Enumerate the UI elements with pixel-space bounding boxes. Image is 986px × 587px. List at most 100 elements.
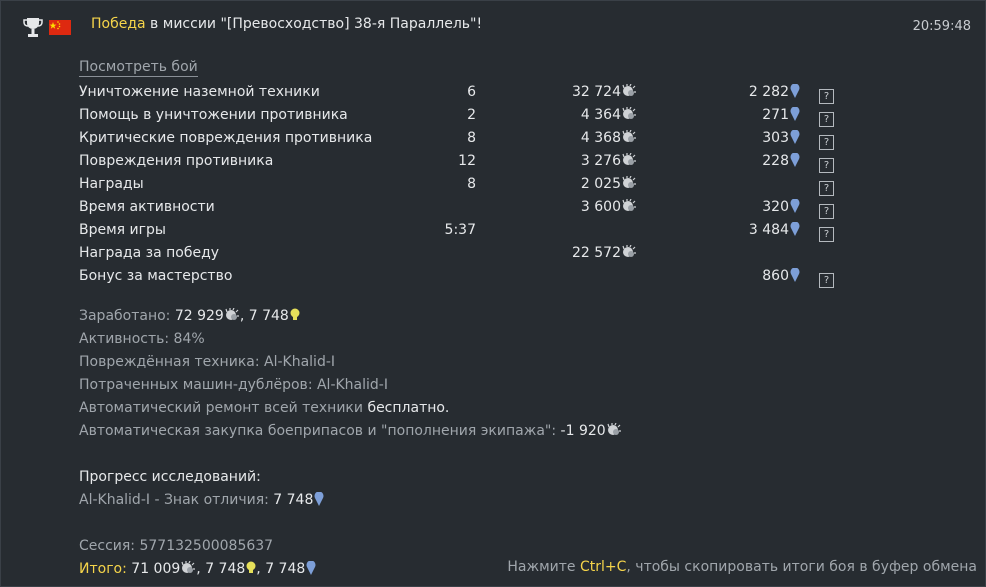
research-point-icon [790, 106, 800, 125]
activity-label: Активность: [79, 331, 174, 347]
research-point-icon [790, 129, 800, 148]
help-box[interactable]: ? [819, 271, 834, 288]
stat-silver: 32 724 [572, 83, 637, 102]
help-icon[interactable]: ? [819, 112, 834, 127]
stat-rp-value: 3 484 [748, 222, 789, 238]
stat-count: 12 [458, 153, 476, 169]
mission-title: Победа в миссии "[Превосходство] 38-я Па… [91, 16, 482, 32]
stat-name: Награда за победу [79, 245, 220, 261]
stat-count: 5:37 [444, 222, 476, 238]
stat-silver-value: 3 276 [580, 153, 621, 169]
stat-name: Уничтожение наземной техники [79, 84, 320, 100]
help-icon[interactable]: ? [819, 204, 834, 219]
research-point-icon [314, 491, 324, 514]
stat-name: Награды [79, 176, 144, 192]
stat-silver-value: 22 572 [572, 245, 621, 261]
total-sep-2: , [256, 561, 266, 577]
stat-rp: 2 282 [748, 83, 800, 102]
silver-lion-icon [622, 129, 637, 148]
research-item: Al-Khalid-I - Знак отличия: 7 748 [79, 489, 324, 512]
stat-silver: 4 368 [580, 129, 637, 148]
session-value: 577132500085637 [139, 538, 274, 554]
help-box[interactable]: ? [819, 179, 834, 196]
earned-silver: 72 929 [174, 308, 224, 324]
stat-count: 8 [467, 176, 476, 192]
research-point-icon [790, 221, 800, 240]
silver-lion-icon [622, 175, 637, 194]
research-title: Прогресс исследований: [79, 469, 261, 485]
message-time: 20:59:48 [912, 19, 971, 34]
stat-rp: 860 [762, 267, 800, 286]
research-point-icon [790, 152, 800, 171]
stat-rp-value: 303 [762, 130, 789, 146]
stats-table: Уничтожение наземной техники 6 32 724 2 282… [1, 82, 986, 289]
backup-line: Потраченных машин-дублёров: Al-Khalid-I [79, 374, 622, 397]
battle-results-panel: Победа в миссии "[Превосходство] 38-я Па… [0, 0, 986, 587]
earned-sep: , [239, 308, 249, 324]
stat-silver: 4 364 [580, 106, 637, 125]
silver-lion-icon [622, 83, 637, 102]
stats-row: Уничтожение наземной техники 6 32 724 2 282… [1, 82, 986, 105]
trophy-icon [23, 17, 43, 39]
silver-lion-icon [622, 106, 637, 125]
help-icon[interactable]: ? [819, 273, 834, 288]
lightbulb-icon [246, 560, 256, 583]
stat-name: Критические повреждения противника [79, 130, 373, 146]
hint-after: , чтобы скопировать итоги боя в буфер об… [626, 559, 977, 575]
stat-rp-value: 2 282 [748, 84, 789, 100]
ammo-line: Автоматическая закупка боеприпасов и "по… [79, 420, 622, 443]
repair-label: Автоматический ремонт всей техники [79, 400, 368, 416]
damaged-value: Al-Khalid-I [264, 354, 336, 370]
activity-value: 84% [173, 331, 205, 347]
stat-rp: 271 [762, 106, 800, 125]
stat-rp-value: 320 [762, 199, 789, 215]
backup-label: Потраченных машин-дублёров: [79, 377, 317, 393]
victory-label: Победа [91, 16, 146, 32]
stats-row: Награда за победу 22 572 [1, 243, 986, 266]
stat-silver: 2 025 [580, 175, 637, 194]
total-bulb: 7 748 [205, 561, 246, 577]
repair-value: бесплатно. [367, 400, 450, 416]
help-icon[interactable]: ? [819, 227, 834, 242]
watch-battle-link[interactable]: Посмотреть бой [79, 59, 198, 77]
stats-row: Помощь в уничтожении противника 2 4 364 271… [1, 105, 986, 128]
help-box[interactable]: ? [819, 87, 834, 104]
total-rp: 7 748 [265, 561, 306, 577]
stat-name: Повреждения противника [79, 153, 274, 169]
damaged-label: Повреждённая техника: [79, 354, 265, 370]
stats-row: Награды 8 2 025? [1, 174, 986, 197]
silver-lion-icon [622, 198, 637, 217]
stat-silver-value: 32 724 [572, 84, 621, 100]
ammo-value: -1 920 [560, 423, 606, 439]
earned-label: Заработано: [79, 308, 175, 324]
stat-silver-value: 2 025 [580, 176, 621, 192]
stat-name: Бонус за мастерство [79, 268, 233, 284]
research-item-value: 7 748 [273, 492, 314, 508]
stat-count: 6 [467, 84, 476, 100]
session-label: Сессия: [79, 538, 140, 554]
help-box[interactable]: ? [819, 202, 834, 219]
help-box[interactable]: ? [819, 225, 834, 242]
research-point-icon [790, 83, 800, 102]
total-sep-1: , [196, 561, 206, 577]
message-header: Победа в миссии "[Превосходство] 38-я Па… [1, 11, 986, 41]
copy-hint: Нажмите Ctrl+C, чтобы скопировать итоги … [507, 559, 977, 575]
stat-silver: 3 276 [580, 152, 637, 171]
total-silver: 71 009 [126, 561, 181, 577]
silver-lion-icon [225, 307, 240, 330]
silver-lion-icon [622, 244, 637, 263]
help-icon[interactable]: ? [819, 135, 834, 150]
help-icon[interactable]: ? [819, 89, 834, 104]
stat-rp: 320 [762, 198, 800, 217]
help-box[interactable]: ? [819, 110, 834, 127]
stats-row: Критические повреждения противника 8 4 368… [1, 128, 986, 151]
stat-silver-value: 4 364 [580, 107, 621, 123]
stat-rp-value: 271 [762, 107, 789, 123]
help-box[interactable]: ? [819, 156, 834, 173]
backup-value: Al-Khalid-I [316, 377, 388, 393]
stat-count: 8 [467, 130, 476, 146]
help-box[interactable]: ? [819, 133, 834, 150]
stat-silver-value: 4 368 [580, 130, 621, 146]
help-icon[interactable]: ? [819, 181, 834, 196]
help-icon[interactable]: ? [819, 158, 834, 173]
